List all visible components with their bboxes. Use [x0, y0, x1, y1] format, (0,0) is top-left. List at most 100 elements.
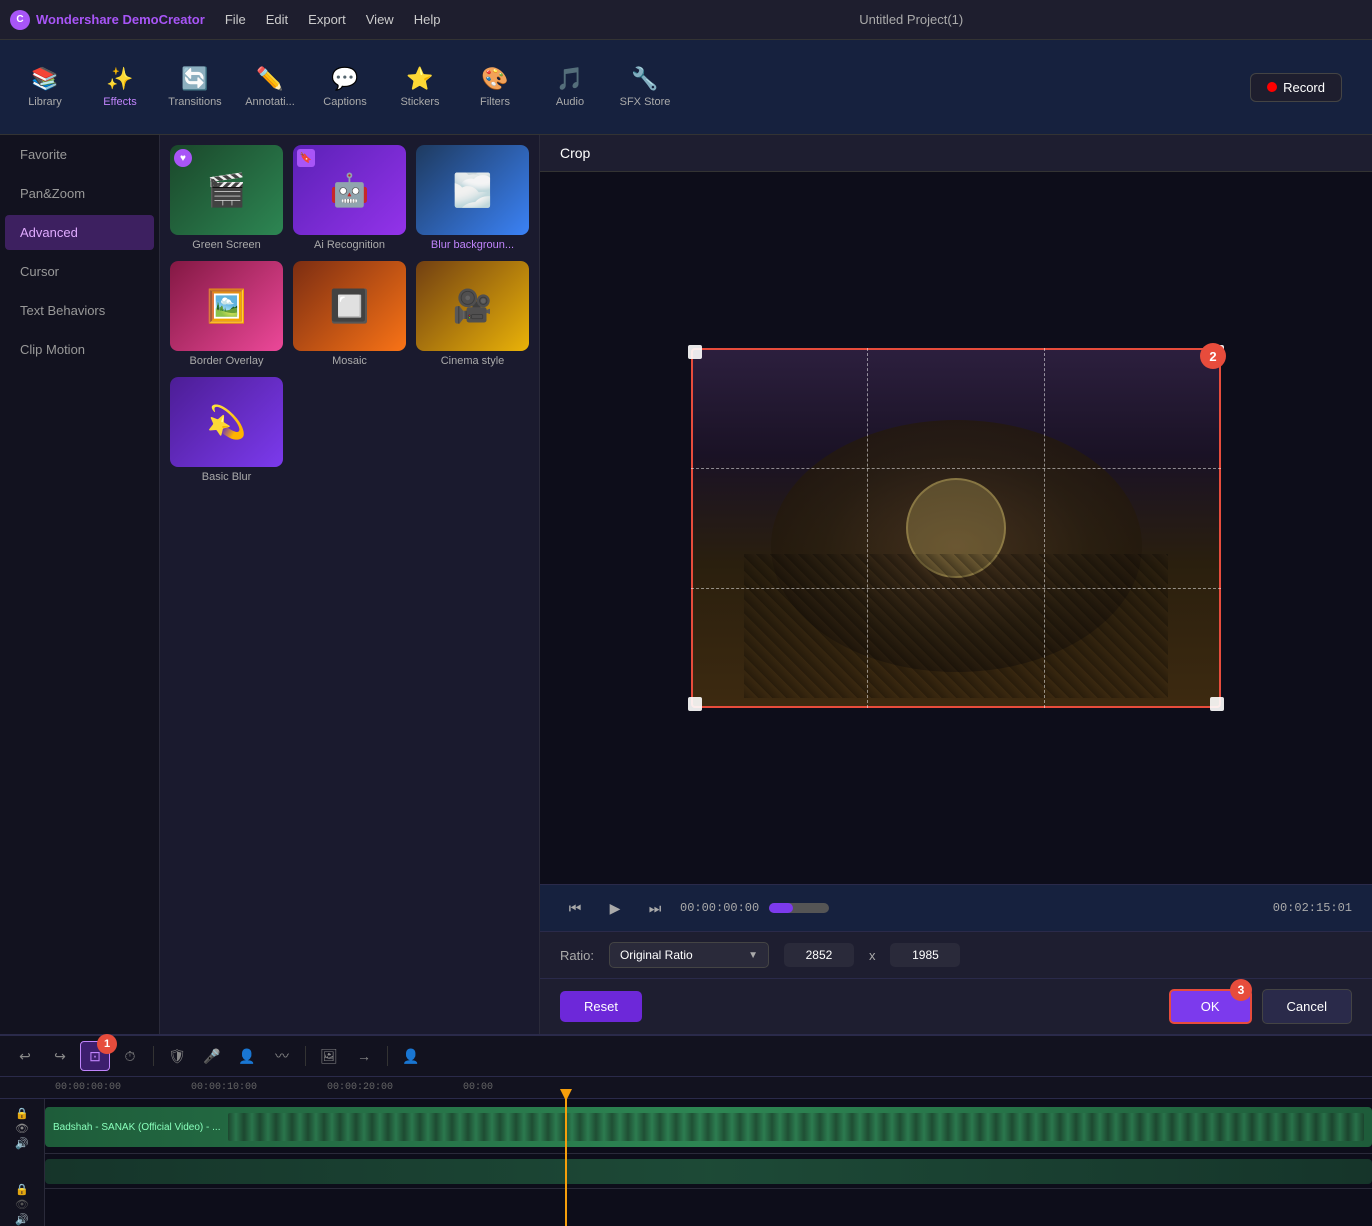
menu-help[interactable]: Help: [414, 12, 441, 27]
menu-bar: C Wondershare DemoCreator File Edit Expo…: [0, 0, 1372, 40]
track-lock-icon[interactable]: 🔒: [15, 1107, 29, 1120]
crop-handle-tl[interactable]: [688, 345, 702, 359]
crop-grid-h2: [691, 588, 1221, 589]
clip-label: Badshah - SANAK (Official Video) - ...: [53, 1122, 220, 1133]
effect-ai-recognition[interactable]: 🔖 🤖 Ai Recognition: [293, 145, 406, 251]
toolbar-sfx-label: SFX Store: [620, 96, 671, 108]
video-clip[interactable]: Badshah - SANAK (Official Video) - ...: [45, 1107, 1372, 1147]
effect-ai-recognition-label: Ai Recognition: [293, 239, 406, 251]
track2-audio-icon[interactable]: 🔊: [15, 1213, 29, 1226]
menu-edit[interactable]: Edit: [266, 12, 288, 27]
toolbar-effects[interactable]: ✨ Effects: [85, 50, 155, 125]
ratio-select[interactable]: Original Ratio ▼: [609, 942, 769, 968]
end-timecode: 00:02:15:01: [1273, 901, 1352, 915]
crop-handle-br[interactable]: [1210, 697, 1224, 711]
cancel-button[interactable]: Cancel: [1262, 989, 1352, 1024]
track-audio-icon[interactable]: 🔊: [15, 1137, 29, 1150]
undo-button[interactable]: ↩: [10, 1041, 40, 1071]
crop-grid-h1: [691, 468, 1221, 469]
effect-green-screen[interactable]: ♥ 🎬 Green Screen: [170, 145, 283, 251]
badge-1: 1: [97, 1034, 117, 1054]
toolbar-transitions[interactable]: 🔄 Transitions: [160, 50, 230, 125]
effect-basic-blur-label: Basic Blur: [170, 471, 283, 483]
toolbar-filters[interactable]: 🎨 Filters: [460, 50, 530, 125]
menu-export[interactable]: Export: [308, 12, 346, 27]
effect-border-overlay-label: Border Overlay: [170, 355, 283, 367]
ruler-marks: 00:00:00:00 00:00:10:00 00:00:20:00 00:0…: [55, 1082, 493, 1093]
toolbar-separator-1: [153, 1046, 154, 1066]
content-area: Crop: [540, 135, 1372, 1034]
toolbar-audio-label: Audio: [556, 96, 584, 108]
play-forward-button[interactable]: ⏭: [640, 893, 670, 923]
record-button[interactable]: Record: [1250, 73, 1342, 102]
crop-tool-button[interactable]: ⊡ 1: [80, 1041, 110, 1071]
effect-green-screen-label: Green Screen: [170, 239, 283, 251]
transitions-icon: 🔄: [181, 66, 208, 92]
arrow-tool-button[interactable]: →: [349, 1041, 379, 1071]
crop-handle-bl[interactable]: [688, 697, 702, 711]
toolbar-audio[interactable]: 🎵 Audio: [535, 50, 605, 125]
speed-tool-button[interactable]: ⏱: [115, 1041, 145, 1071]
crop-preview-area[interactable]: 2: [540, 172, 1372, 884]
play-back-button[interactable]: ⏮: [560, 893, 590, 923]
crop-header: Crop: [540, 135, 1372, 172]
sidebar-item-favorite[interactable]: Favorite: [5, 137, 154, 172]
ruler-mark-1: 00:00:10:00: [191, 1082, 257, 1093]
track2-lock-icon[interactable]: 🔒: [15, 1183, 29, 1196]
ruler-mark-3: 00:00: [463, 1082, 493, 1093]
toolbar-captions[interactable]: 💬 Captions: [310, 50, 380, 125]
sidebar-item-cursor[interactable]: Cursor: [5, 254, 154, 289]
track-eye-icon[interactable]: 👁: [15, 1122, 29, 1135]
face-tool-button[interactable]: 👤: [232, 1041, 262, 1071]
image-tool-button[interactable]: 🖼: [314, 1041, 344, 1071]
crop-video-container[interactable]: 2: [691, 348, 1221, 708]
toolbar-library[interactable]: 📚 Library: [10, 50, 80, 125]
redo-button[interactable]: ↪: [45, 1041, 75, 1071]
sidebar-item-pan-zoom[interactable]: Pan&Zoom: [5, 176, 154, 211]
width-input[interactable]: [784, 943, 854, 967]
toolbar-stickers[interactable]: ⭐ Stickers: [385, 50, 455, 125]
person-tool-button[interactable]: 👤: [396, 1041, 426, 1071]
sidebar-item-advanced[interactable]: Advanced: [5, 215, 154, 250]
height-input[interactable]: [890, 943, 960, 967]
favorite-icon: ♥: [174, 149, 192, 167]
ratio-separator: x: [869, 948, 876, 963]
track2-eye-icon[interactable]: 👁: [15, 1198, 29, 1211]
app-logo: C Wondershare DemoCreator: [10, 10, 205, 30]
effect-border-overlay[interactable]: 🖼️ Border Overlay: [170, 261, 283, 367]
track-content: Badshah - SANAK (Official Video) - ...: [45, 1099, 1372, 1226]
sidebar-item-text-behaviors[interactable]: Text Behaviors: [5, 293, 154, 328]
effect-mosaic-label: Mosaic: [293, 355, 406, 367]
timeline: 00:00:00:00 00:00:10:00 00:00:20:00 00:0…: [0, 1076, 1372, 1226]
crop-grid-v1: [867, 348, 868, 708]
toolbar-sfx[interactable]: 🔧 SFX Store: [610, 50, 680, 125]
mic-tool-button[interactable]: 🎤: [197, 1041, 227, 1071]
audio-clip[interactable]: [45, 1159, 1372, 1184]
ruler-mark-0: 00:00:00:00: [55, 1082, 121, 1093]
menu-view[interactable]: View: [366, 12, 394, 27]
toolbar-annotations[interactable]: ✏️ Annotati...: [235, 50, 305, 125]
effect-mosaic[interactable]: 🔲 Mosaic: [293, 261, 406, 367]
effect-blur-background[interactable]: 🌫️ Blur backgroun...: [416, 145, 529, 251]
effect-basic-blur[interactable]: 💫 Basic Blur: [170, 377, 283, 483]
sidebar-item-clip-motion[interactable]: Clip Motion: [5, 332, 154, 367]
annotations-icon: ✏️: [256, 66, 283, 92]
reset-button[interactable]: Reset: [560, 991, 642, 1022]
wave-tool-button[interactable]: 〰: [267, 1041, 297, 1071]
record-dot: [1267, 82, 1277, 92]
toolbar-library-label: Library: [28, 96, 62, 108]
shield-tool-button[interactable]: 🛡: [162, 1041, 192, 1071]
toolbar: 📚 Library ✨ Effects 🔄 Transitions ✏️ Ann…: [0, 40, 1372, 135]
playhead[interactable]: [565, 1099, 567, 1226]
library-icon: 📚: [31, 66, 58, 92]
playback-slider[interactable]: [769, 903, 829, 913]
menu-file[interactable]: File: [225, 12, 246, 27]
audio-icon: 🎵: [556, 66, 583, 92]
effect-cinema-style[interactable]: 🎥 Cinema style: [416, 261, 529, 367]
effects-panel: ♥ 🎬 Green Screen 🔖 🤖 Ai Recognition 🌫️ B…: [160, 135, 540, 1034]
play-button[interactable]: ▶: [600, 893, 630, 923]
stickers-icon: ⭐: [406, 66, 433, 92]
ratio-label: Ratio:: [560, 948, 594, 963]
badge-3: 3: [1230, 979, 1252, 1001]
sidebar: Favorite Pan&Zoom Advanced Cursor Text B…: [0, 135, 160, 1034]
